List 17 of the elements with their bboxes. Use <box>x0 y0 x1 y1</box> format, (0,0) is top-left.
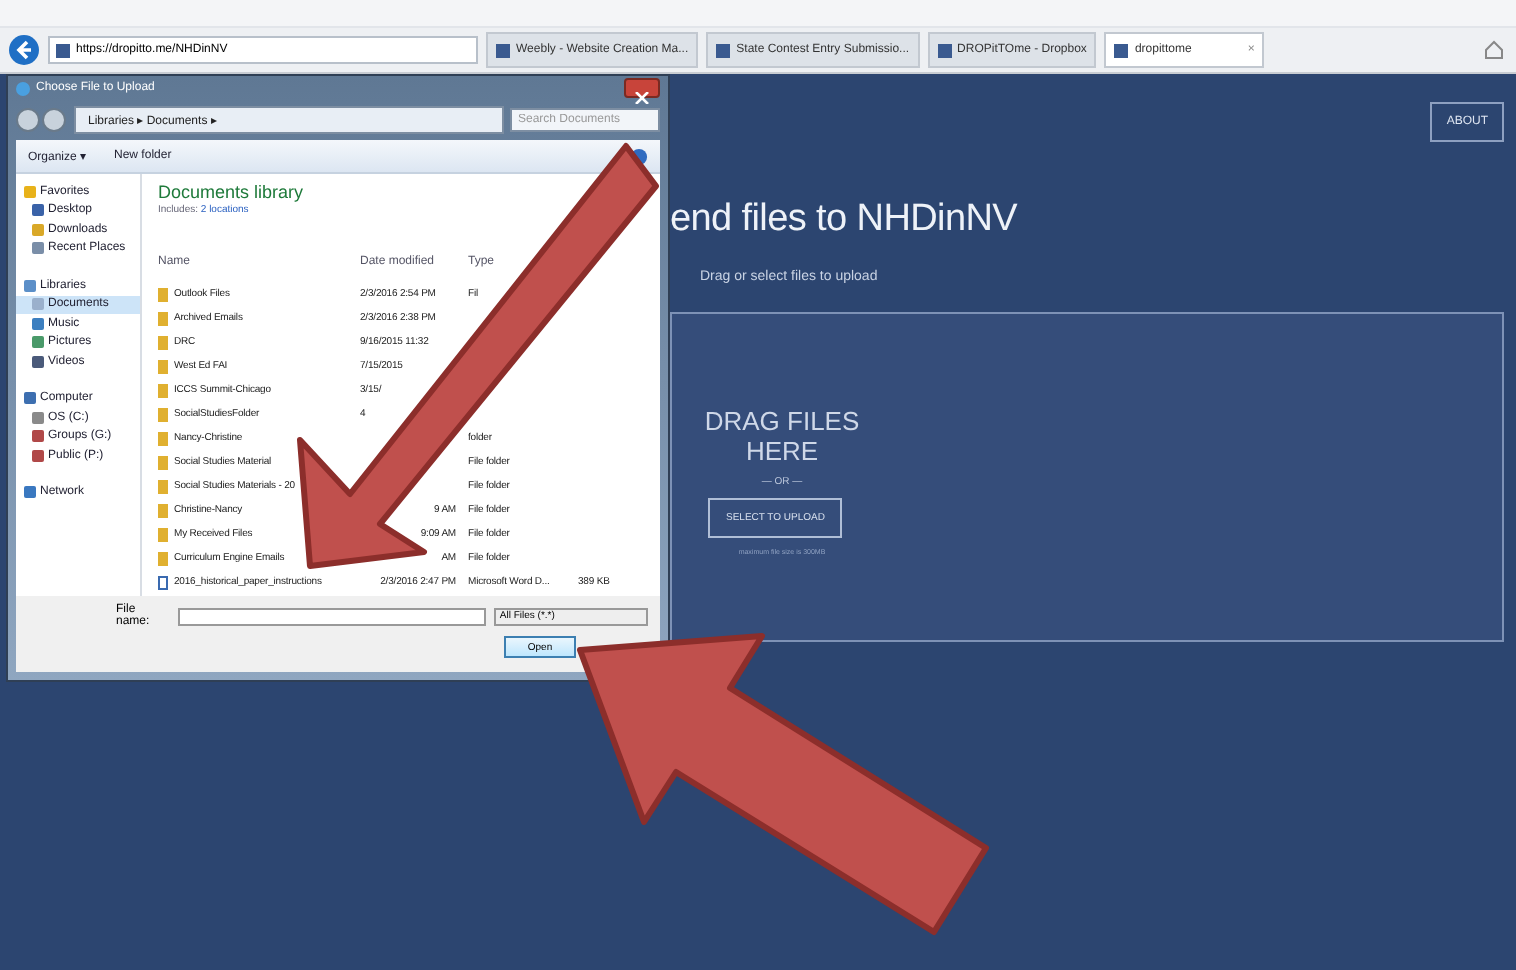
drop-title: DRAG FILES HERE <box>702 406 862 466</box>
site-icon <box>716 43 731 57</box>
site-icon <box>1114 43 1129 57</box>
nav-item-icon <box>24 486 36 499</box>
site-icon <box>937 43 952 57</box>
page-heading: end files to NHDinNV <box>670 198 1020 242</box>
home-icon[interactable] <box>1484 40 1504 60</box>
site-icon <box>56 43 70 57</box>
close-icon <box>634 92 650 104</box>
document-icon <box>158 575 168 589</box>
back-forward-icon[interactable] <box>16 108 68 132</box>
app-icon <box>16 81 30 95</box>
library-title: Documents library <box>158 182 306 202</box>
back-icon[interactable] <box>8 34 40 66</box>
close-button[interactable] <box>624 78 660 98</box>
site-icon <box>496 43 510 57</box>
file-name-field[interactable] <box>177 607 486 625</box>
